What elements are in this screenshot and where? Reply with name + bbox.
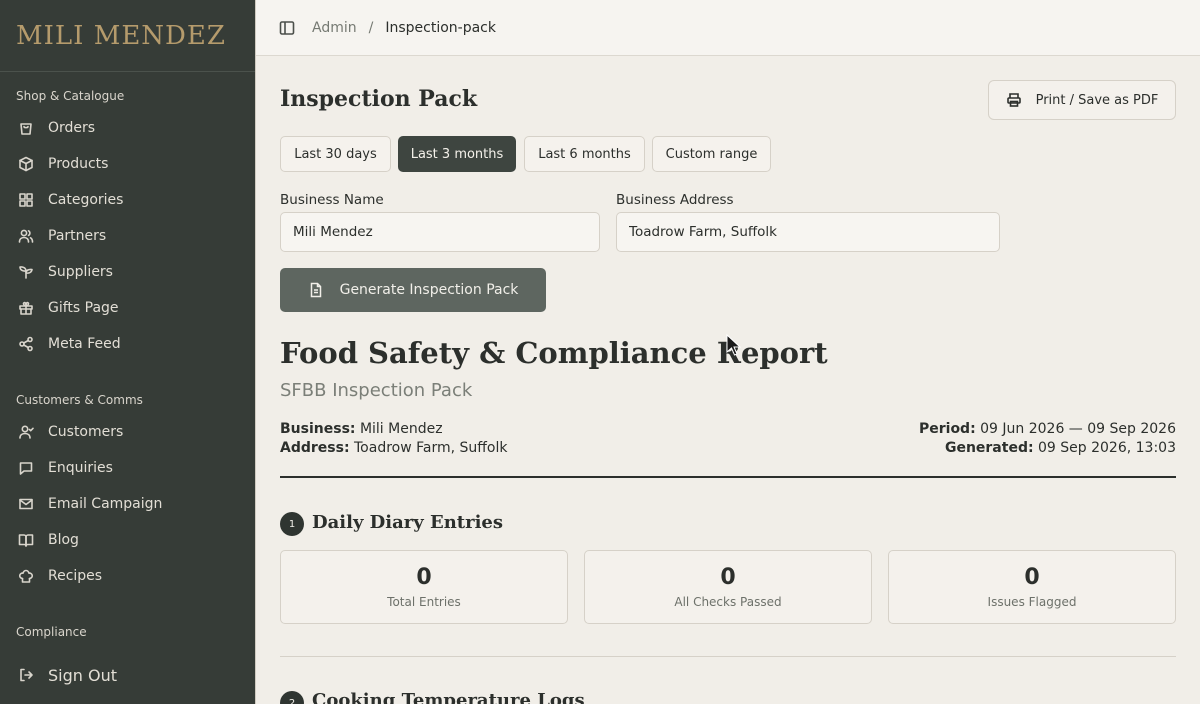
meta-generated-label: Generated:: [944, 440, 1034, 456]
mail-icon: [16, 494, 36, 514]
meta-generated-value: 09 Sep 2026, 13:03: [1038, 440, 1176, 456]
sidebar-item-label: Meta Feed: [48, 336, 121, 352]
business-name-label: Business Name: [280, 192, 384, 208]
sidebar-item-label: Gifts Page: [48, 300, 119, 316]
print-save-pdf-button[interactable]: Print / Save as PDF: [988, 80, 1176, 120]
report-title: Food Safety & Compliance Report: [280, 336, 828, 370]
stat-card-total-entries: 0 Total Entries: [280, 550, 568, 624]
range-custom[interactable]: Custom range: [652, 136, 771, 172]
breadcrumb-admin[interactable]: Admin: [312, 20, 357, 36]
generate-button-label: Generate Inspection Pack: [339, 282, 519, 298]
brand-logo[interactable]: MILI MENDEZ: [16, 21, 226, 51]
meta-generated: Generated: 09 Sep 2026, 13:03: [945, 440, 1176, 456]
sidebar-item-email-campaign[interactable]: Email Campaign: [16, 488, 240, 520]
business-address-input[interactable]: [616, 212, 1000, 252]
section-number-badge: 2: [280, 691, 304, 704]
main-content: Inspection Pack Print / Save as PDF Last…: [256, 56, 1200, 704]
sidebar-item-label: Partners: [48, 228, 107, 244]
sidebar-item-gifts-page[interactable]: Gifts Page: [16, 292, 240, 324]
section-divider: [280, 656, 1176, 657]
message-icon: [16, 458, 36, 478]
stat-label: Issues Flagged: [987, 595, 1077, 609]
sidebar-item-label: Recipes: [48, 568, 103, 584]
sidebar-item-meta-feed[interactable]: Meta Feed: [16, 328, 240, 360]
box-icon: [16, 154, 36, 174]
sidebar-item-label: Enquiries: [48, 460, 113, 476]
nav-section-customers: Customers & Comms: [16, 393, 143, 407]
breadcrumb-separator: /: [368, 19, 374, 36]
range-last-30-days[interactable]: Last 30 days: [280, 136, 391, 172]
log-out-icon: [16, 665, 36, 685]
meta-address: Address: Toadrow Farm, Suffolk: [280, 440, 507, 456]
sidebar-item-label: Categories: [48, 192, 124, 208]
sidebar-item-products[interactable]: Products: [16, 148, 240, 180]
book-icon: [16, 530, 36, 550]
sidebar-item-label: Email Campaign: [48, 496, 163, 512]
sidebar-item-label: Customers: [48, 424, 124, 440]
sidebar-item-orders[interactable]: Orders: [16, 112, 240, 144]
business-name-input[interactable]: [280, 212, 600, 252]
chef-hat-icon: [16, 566, 36, 586]
printer-icon: [1006, 93, 1021, 107]
breadcrumb-current: Inspection-pack: [385, 19, 496, 36]
sidebar-item-recipes[interactable]: Recipes: [16, 560, 240, 592]
shopping-bag-icon: [16, 118, 36, 138]
document-icon: [310, 282, 321, 298]
range-last-6-months[interactable]: Last 6 months: [524, 136, 645, 172]
users-icon: [16, 226, 36, 246]
stat-card-issues-flagged: 0 Issues Flagged: [888, 550, 1176, 624]
nav-section-shop: Shop & Catalogue: [16, 89, 125, 103]
stat-card-all-checks-passed: 0 All Checks Passed: [584, 550, 872, 624]
meta-period: Period: 09 Jun 2026 — 09 Sep 2026: [919, 421, 1176, 437]
sidebar-item-suppliers[interactable]: Suppliers: [16, 256, 240, 288]
meta-business-value: Mili Mendez: [359, 421, 443, 437]
sidebar: MILI MENDEZ Shop & Catalogue Orders Prod…: [0, 0, 256, 704]
generate-inspection-pack-button[interactable]: Generate Inspection Pack: [280, 268, 546, 312]
meta-period-value: 09 Jun 2026 — 09 Sep 2026: [980, 421, 1176, 437]
meta-period-label: Period:: [918, 421, 976, 437]
sidebar-item-categories[interactable]: Categories: [16, 184, 240, 216]
sign-out-label: Sign Out: [48, 665, 117, 685]
sidebar-item-blog[interactable]: Blog: [16, 524, 240, 556]
meta-business: Business: Mili Mendez: [280, 421, 443, 437]
sidebar-item-partners[interactable]: Partners: [16, 220, 240, 252]
sidebar-item-enquiries[interactable]: Enquiries: [16, 452, 240, 484]
sidebar-item-customers[interactable]: Customers: [16, 416, 240, 448]
range-last-3-months[interactable]: Last 3 months: [398, 136, 516, 172]
section-title-cooking-temperature: Cooking Temperature Logs: [312, 690, 585, 704]
brand-header: MILI MENDEZ: [0, 0, 255, 72]
sidebar-item-label: Suppliers: [48, 264, 113, 280]
report-divider: [280, 476, 1176, 478]
stat-label: All Checks Passed: [674, 595, 782, 609]
meta-address-label: Address:: [280, 440, 350, 456]
stat-label: Total Entries: [387, 595, 461, 609]
user-icon: [16, 422, 36, 442]
mouse-cursor-icon: [726, 334, 742, 356]
stat-value: 0: [720, 565, 736, 590]
share-icon: [16, 334, 36, 354]
grid-icon: [16, 190, 36, 210]
sidebar-item-label: Blog: [48, 532, 79, 548]
stat-value: 0: [1024, 565, 1040, 590]
report-subtitle: SFBB Inspection Pack: [280, 380, 473, 401]
sidebar-item-label: Products: [48, 156, 109, 172]
top-bar: Admin / Inspection-pack: [256, 0, 1200, 56]
business-address-label: Business Address: [616, 192, 734, 208]
meta-business-label: Business:: [280, 421, 356, 437]
section-title-daily-diary: Daily Diary Entries: [312, 512, 504, 533]
print-button-label: Print / Save as PDF: [1035, 92, 1159, 108]
sprout-icon: [16, 262, 36, 282]
page-title: Inspection Pack: [280, 86, 478, 112]
sidebar-item-label: Orders: [48, 120, 96, 136]
meta-address-value: Toadrow Farm, Suffolk: [354, 440, 508, 456]
nav-section-compliance: Compliance: [16, 625, 87, 639]
section-number-badge: 1: [280, 512, 304, 536]
gift-icon: [16, 298, 36, 318]
stat-value: 0: [416, 565, 432, 590]
sidebar-toggle-icon[interactable]: [278, 19, 296, 37]
sign-out-button[interactable]: Sign Out: [16, 659, 240, 691]
